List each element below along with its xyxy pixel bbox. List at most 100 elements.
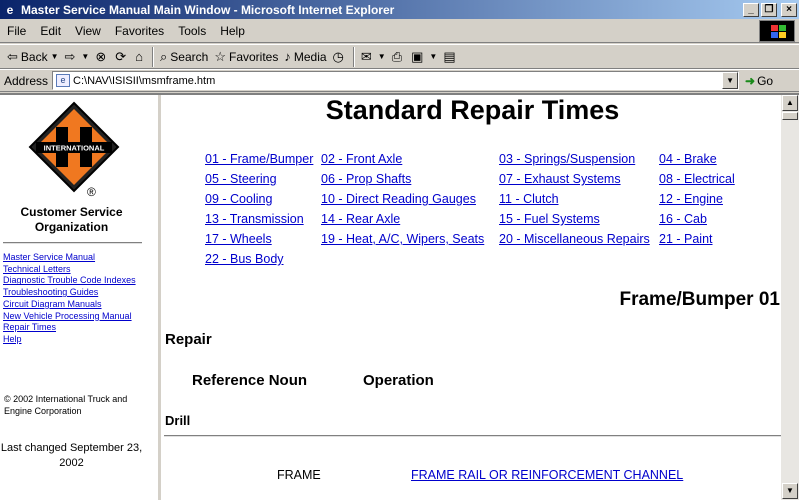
search-label: Search	[170, 49, 209, 64]
stop-button[interactable]: ⊗	[92, 46, 112, 68]
address-url: C:\NAV\ISISII\msmframe.htm	[73, 74, 216, 87]
chapter-link[interactable]: 04 - Brake	[659, 152, 717, 166]
media-button[interactable]: ♪ Media	[281, 46, 329, 68]
link-technical-letters[interactable]: Technical Letters	[3, 264, 143, 276]
menu-file[interactable]: File	[0, 24, 33, 38]
chapter-link[interactable]: 12 - Engine	[659, 192, 723, 206]
row-operation-link[interactable]: FRAME RAIL OR REINFORCEMENT CHANNEL	[411, 468, 683, 482]
menu-favorites[interactable]: Favorites	[108, 24, 171, 38]
navigation-frame: INTERNATIONAL ® Customer Service Organiz…	[0, 95, 161, 500]
edit-icon: ▣	[411, 48, 424, 64]
chapter-link[interactable]: 02 - Front Axle	[321, 152, 402, 166]
vertical-scrollbar[interactable]: ▲ ▼	[781, 95, 799, 500]
international-logo: INTERNATIONAL	[26, 101, 122, 195]
standard-toolbar: ⇦ Back ▼ ⇨ ▼ ⊗ ⟳ ⌂ ⌕ Search ☆ Favorites …	[0, 44, 799, 69]
media-icon: ♪	[284, 49, 291, 64]
chapter-link[interactable]: 16 - Cab	[659, 212, 707, 226]
link-new-vehicle-processing-manual[interactable]: New Vehicle Processing Manual	[3, 311, 143, 323]
printer-icon: ⎙	[391, 48, 403, 64]
edit-button[interactable]: ▣ ▼	[408, 46, 440, 68]
go-button[interactable]: ➜ Go	[745, 74, 773, 88]
link-diagnostic-trouble-code-indexes[interactable]: Diagnostic Trouble Code Indexes	[3, 275, 143, 287]
page-title: Standard Repair Times	[325, 95, 620, 125]
chapter-link[interactable]: 14 - Rear Axle	[321, 212, 400, 226]
history-button[interactable]: ◷	[330, 46, 350, 68]
chapter-link[interactable]: 09 - Cooling	[205, 192, 272, 206]
chapter-row: 22 - Bus Body	[205, 249, 738, 269]
org-line-1: Customer Service	[20, 205, 123, 219]
menu-view[interactable]: View	[68, 24, 108, 38]
chapter-link[interactable]: 10 - Direct Reading Gauges	[321, 192, 476, 206]
menu-edit[interactable]: Edit	[33, 24, 68, 38]
chapter-link[interactable]: 06 - Prop Shafts	[321, 172, 411, 186]
discuss-button[interactable]: ▤	[440, 46, 461, 68]
address-input[interactable]: e C:\NAV\ISISII\msmframe.htm ▼	[52, 71, 740, 90]
chapter-row: 09 - Cooling 10 - Direct Reading Gauges …	[205, 189, 738, 209]
international-logo-icon: INTERNATIONAL	[28, 101, 120, 193]
chapter-link[interactable]: 21 - Paint	[659, 232, 713, 246]
scroll-thumb[interactable]	[782, 112, 798, 120]
section-title: Frame/Bumper 01	[619, 289, 780, 310]
chapter-link[interactable]: 17 - Wheels	[205, 232, 272, 246]
chapter-link[interactable]: 22 - Bus Body	[205, 252, 284, 266]
media-label: Media	[293, 49, 327, 64]
chapter-link[interactable]: 05 - Steering	[205, 172, 277, 186]
go-label: Go	[757, 73, 774, 88]
section-divider	[164, 435, 781, 437]
print-button[interactable]: ⎙	[389, 46, 408, 68]
column-header-operation: Operation	[363, 372, 434, 389]
close-button[interactable]: ×	[781, 2, 797, 17]
go-arrow-icon: ➜	[745, 73, 756, 88]
chapter-link[interactable]: 11 - Clutch	[499, 192, 559, 206]
chapter-link[interactable]: 01 - Frame/Bumper	[205, 152, 313, 166]
drill-heading: Drill	[165, 413, 191, 428]
discuss-icon: ▤	[443, 48, 456, 64]
maximize-button[interactable]: ❐	[761, 2, 777, 17]
chapter-link[interactable]: 20 - Miscellaneous Repairs	[499, 232, 650, 246]
back-button[interactable]: ⇦ Back ▼	[4, 46, 62, 68]
chapter-row: 01 - Frame/Bumper 02 - Front Axle 03 - S…	[205, 149, 738, 169]
favorites-label: Favorites	[228, 49, 279, 64]
window-titlebar: e Master Service Manual Main Window - Mi…	[0, 0, 799, 19]
chapter-link[interactable]: 13 - Transmission	[205, 212, 304, 226]
link-repair-times[interactable]: Repair Times	[3, 322, 143, 334]
page-icon: e	[56, 74, 71, 87]
chapter-row: 17 - Wheels 19 - Heat, A/C, Wipers, Seat…	[205, 229, 738, 249]
link-circuit-diagram-manuals[interactable]: Circuit Diagram Manuals	[3, 299, 143, 311]
chapter-link[interactable]: 07 - Exhaust Systems	[499, 172, 621, 186]
link-troubleshooting-guides[interactable]: Troubleshooting Guides	[3, 287, 143, 299]
windows-logo-icon	[759, 20, 795, 42]
chapter-link[interactable]: 19 - Heat, A/C, Wipers, Seats	[321, 232, 484, 246]
chevron-down-icon: ▼	[81, 52, 90, 61]
refresh-button[interactable]: ⟳	[112, 46, 132, 68]
menu-help[interactable]: Help	[213, 24, 252, 38]
scroll-up-button[interactable]: ▲	[782, 95, 798, 111]
chapter-link[interactable]: 08 - Electrical	[659, 172, 735, 186]
mail-button[interactable]: ✉ ▼	[358, 46, 389, 68]
window-title: Master Service Manual Main Window - Micr…	[21, 2, 395, 17]
chapter-link[interactable]: 03 - Springs/Suspension	[499, 152, 635, 166]
browser-content: INTERNATIONAL ® Customer Service Organiz…	[0, 93, 799, 500]
chapter-link[interactable]: 15 - Fuel Systems	[499, 212, 600, 226]
menu-tools[interactable]: Tools	[171, 24, 213, 38]
minimize-button[interactable]: _	[743, 2, 759, 17]
forward-button[interactable]: ⇨ ▼	[62, 46, 93, 68]
organization-name: Customer Service Organization	[0, 205, 143, 235]
home-button[interactable]: ⌂	[132, 46, 149, 68]
search-button[interactable]: ⌕ Search	[157, 46, 211, 68]
sidebar-links: Master Service Manual Technical Letters …	[3, 252, 143, 346]
scroll-down-button[interactable]: ▼	[782, 483, 798, 499]
forward-arrow-icon: ⇨	[64, 48, 76, 64]
mail-icon: ✉	[360, 48, 372, 64]
back-label: Back	[20, 49, 48, 64]
chevron-down-icon: ▼	[50, 52, 59, 61]
link-master-service-manual[interactable]: Master Service Manual	[3, 252, 143, 264]
link-help[interactable]: Help	[3, 334, 143, 346]
toolbar-separator	[152, 46, 155, 67]
favorites-button[interactable]: ☆ Favorites	[211, 46, 281, 68]
history-icon: ◷	[332, 48, 344, 64]
address-dropdown-button[interactable]: ▼	[722, 72, 739, 89]
address-bar: Address e C:\NAV\ISISII\msmframe.htm ▼ ➜…	[0, 69, 799, 92]
menu-bar: File Edit View Favorites Tools Help	[0, 19, 799, 43]
refresh-icon: ⟳	[115, 48, 127, 64]
